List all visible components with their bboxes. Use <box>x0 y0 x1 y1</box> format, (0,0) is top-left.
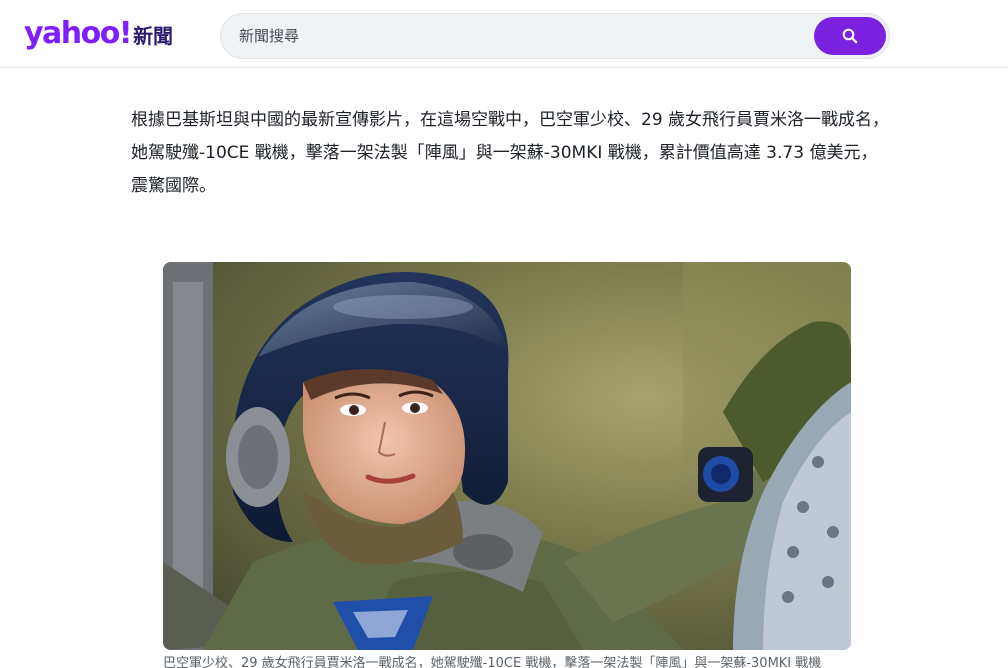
logo-section-label: 新聞 <box>133 24 174 48</box>
photo-caption: 巴空軍少校、29 歲女飛行員賈米洛一戰成名，她駕駛殲-10CE 戰機，擊落一架法… <box>163 656 822 668</box>
search-input[interactable] <box>239 14 799 58</box>
yahoo-logo-text: yahoo! <box>24 16 133 51</box>
yahoo-news-logo[interactable]: yahoo! 新聞 <box>24 14 173 54</box>
article-paragraph: 根據巴基斯坦與中國的最新宣傳影片，在這場空戰中，巴空軍少校、29 歲女飛行員賈米… <box>131 110 890 196</box>
search-button[interactable] <box>814 17 886 55</box>
search-icon <box>842 28 858 44</box>
site-header: yahoo! 新聞 <box>0 0 1008 68</box>
pilot-photo <box>163 262 851 650</box>
search-bar <box>220 13 890 59</box>
article-photo[interactable] <box>163 262 851 650</box>
